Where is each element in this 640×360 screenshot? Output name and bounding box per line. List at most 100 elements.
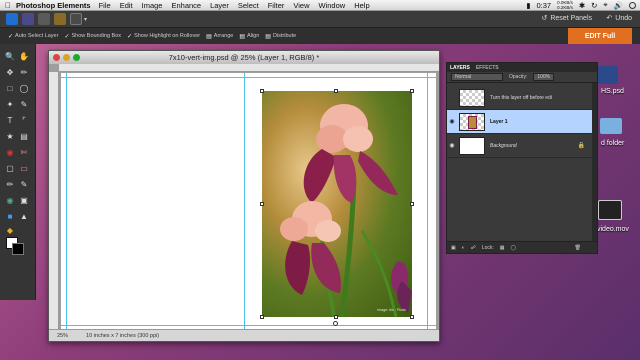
- crop-tool-icon[interactable]: ⌜: [18, 114, 30, 126]
- brush-tool-icon[interactable]: ✎: [18, 178, 30, 190]
- eye-icon[interactable]: ◉: [447, 142, 457, 149]
- sponge-tool-icon[interactable]: ◆: [4, 224, 16, 236]
- smart-brush-tool-icon[interactable]: ◉: [4, 194, 16, 206]
- menu-edit[interactable]: Edit: [120, 1, 133, 10]
- cookie-cutter-tool-icon[interactable]: ★: [4, 130, 16, 142]
- arrange-menu[interactable]: ▤ Arrange: [206, 33, 233, 40]
- psd-file-icon[interactable]: [598, 66, 618, 84]
- distribute-menu[interactable]: ▤ Distribute: [265, 33, 296, 40]
- horizontal-ruler[interactable]: [59, 64, 439, 72]
- red-eye-tool-icon[interactable]: ◉: [4, 146, 16, 158]
- folder-icon[interactable]: [600, 118, 622, 134]
- menu-enhance[interactable]: Enhance: [171, 1, 201, 10]
- eyedropper-tool-icon[interactable]: ✏: [18, 66, 30, 78]
- zoom-tool-icon[interactable]: 🔍: [4, 50, 16, 62]
- chevron-down-icon[interactable]: ▾: [84, 16, 87, 23]
- wifi-icon[interactable]: ⌖: [603, 0, 607, 10]
- transform-handle[interactable]: [334, 89, 338, 93]
- desktop-file-label[interactable]: HS.psd: [601, 88, 624, 95]
- document-canvas[interactable]: Image: Iris · Photo: [61, 73, 436, 331]
- opacity-input[interactable]: 100%: [533, 73, 555, 81]
- menu-window[interactable]: Window: [319, 1, 346, 10]
- undo-button[interactable]: ↶ Undo: [606, 14, 632, 23]
- healing-brush-tool-icon[interactable]: ✄: [18, 146, 30, 158]
- bridge-icon[interactable]: [38, 13, 50, 25]
- video-file-icon[interactable]: [598, 200, 622, 220]
- sync-icon[interactable]: ↻: [591, 1, 597, 10]
- blend-mode-select[interactable]: Normal: [451, 73, 503, 81]
- document-title-bar[interactable]: 7x10-vert-img.psd @ 25% (Layer 1, RGB/8)…: [49, 51, 439, 64]
- guide-line[interactable]: [61, 325, 436, 326]
- adjustment-layer-icon[interactable]: ◐: [462, 245, 465, 251]
- tab-effects[interactable]: EFFECTS: [476, 65, 499, 71]
- quick-selection-tool-icon[interactable]: ✎: [18, 98, 30, 110]
- menu-select[interactable]: Select: [238, 1, 259, 10]
- spotlight-icon[interactable]: [629, 1, 636, 9]
- menu-help[interactable]: Help: [354, 1, 369, 10]
- transform-handle[interactable]: [410, 315, 414, 319]
- menu-filter[interactable]: Filter: [268, 1, 285, 10]
- transform-handle[interactable]: [410, 202, 414, 206]
- highlight-checkbox[interactable]: ✓ Show Highlight on Rollover: [127, 33, 200, 40]
- edit-full-button[interactable]: EDIT Full: [568, 28, 632, 44]
- eye-icon[interactable]: ◉: [447, 118, 457, 125]
- marquee-tool-icon[interactable]: □: [4, 82, 16, 94]
- tab-layers[interactable]: LAYERS: [450, 65, 470, 71]
- pencil-tool-icon[interactable]: ✏: [4, 178, 16, 190]
- transform-handle[interactable]: [260, 89, 264, 93]
- transform-handle[interactable]: [410, 89, 414, 93]
- iris-photo-layer[interactable]: Image: Iris · Photo: [262, 91, 412, 317]
- transform-handle[interactable]: [260, 315, 264, 319]
- menu-image[interactable]: Image: [142, 1, 163, 10]
- lock-all-icon[interactable]: ◯: [511, 245, 517, 251]
- layer-row[interactable]: Turn this layer off before edi: [447, 86, 597, 110]
- menu-layer[interactable]: Layer: [210, 1, 229, 10]
- bounding-box-checkbox[interactable]: ✓ Show Bounding Box: [64, 33, 121, 40]
- paint-bucket-tool-icon[interactable]: ▣: [18, 194, 30, 206]
- auto-select-checkbox[interactable]: ✓ Auto Select Layer: [8, 33, 58, 40]
- organizer-icon[interactable]: [22, 13, 34, 25]
- guide-line[interactable]: [66, 73, 67, 331]
- guide-line[interactable]: [427, 73, 428, 331]
- reset-panels-button[interactable]: ↺ Reset Panels: [541, 14, 592, 23]
- apple-icon[interactable]: : [0, 1, 16, 10]
- clone-stamp-tool-icon[interactable]: ▢: [4, 162, 16, 174]
- eraser-tool-icon[interactable]: ▭: [18, 162, 30, 174]
- zoom-level[interactable]: 25%: [57, 333, 68, 339]
- trash-icon[interactable]: 🗑: [575, 245, 581, 251]
- menu-file[interactable]: File: [99, 1, 111, 10]
- align-menu[interactable]: ▤ Align: [239, 33, 259, 40]
- desktop-folder-label[interactable]: d folder: [601, 140, 624, 147]
- straighten-tool-icon[interactable]: ▤: [18, 130, 30, 142]
- checkmark-icon: ✓: [127, 33, 133, 40]
- arrange-docs-icon[interactable]: [70, 13, 82, 25]
- new-layer-icon[interactable]: ▣: [451, 245, 456, 251]
- lasso-tool-icon[interactable]: ◯: [18, 82, 30, 94]
- lock-pixels-icon[interactable]: ▦: [500, 245, 505, 251]
- layers-scrollbar[interactable]: [592, 83, 597, 241]
- layer-row-selected[interactable]: ◉ Layer 1: [447, 110, 597, 134]
- volume-icon[interactable]: 🔊: [614, 1, 623, 10]
- hand-tool-icon[interactable]: ✋: [18, 50, 30, 62]
- background-color-swatch[interactable]: [12, 243, 24, 255]
- battery-icon[interactable]: ▮: [526, 1, 530, 10]
- desktop-video-label[interactable]: video.mov: [597, 226, 629, 233]
- move-tool-icon[interactable]: ✥: [4, 66, 16, 78]
- shape-tool-icon[interactable]: ■: [4, 210, 16, 222]
- text-tool-icon[interactable]: T: [4, 114, 16, 126]
- minibridge-icon[interactable]: [54, 13, 66, 25]
- layer-row[interactable]: ◉ Background 🔒: [447, 134, 597, 158]
- transform-handle[interactable]: [260, 202, 264, 206]
- vertical-ruler[interactable]: [49, 72, 59, 329]
- magic-wand-tool-icon[interactable]: ✦: [4, 98, 16, 110]
- menu-view[interactable]: View: [293, 1, 309, 10]
- pse-logo-icon[interactable]: [6, 13, 18, 25]
- menu-app-name[interactable]: Photoshop Elements: [16, 1, 91, 10]
- rotate-handle-icon[interactable]: [333, 321, 338, 326]
- transform-handle[interactable]: [334, 315, 338, 319]
- guide-line[interactable]: [61, 77, 436, 78]
- link-layers-icon[interactable]: ☍: [471, 245, 476, 251]
- blur-tool-icon[interactable]: ▲: [18, 210, 30, 222]
- bluetooth-icon[interactable]: ✱: [579, 1, 585, 10]
- guide-line[interactable]: [244, 73, 245, 331]
